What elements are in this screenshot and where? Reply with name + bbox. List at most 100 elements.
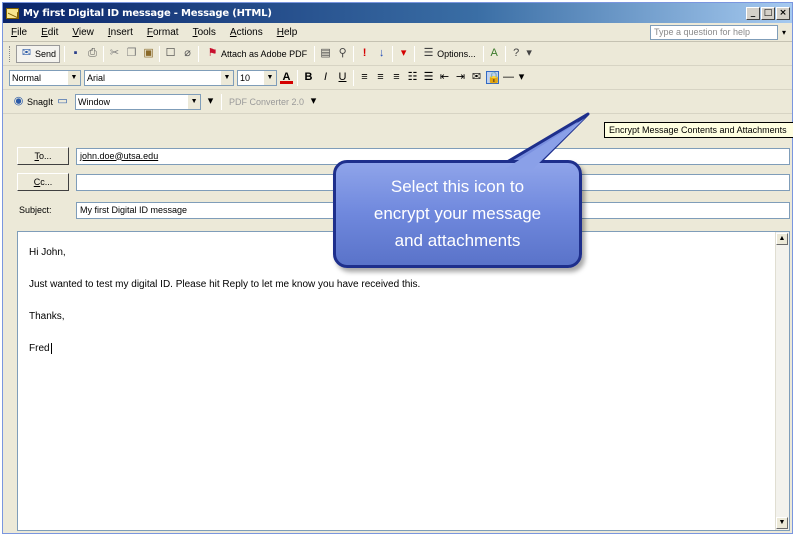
menu-insert[interactable]: Insert: [108, 27, 133, 38]
instruction-callout: Select this icon to encrypt your message…: [333, 160, 582, 268]
adobe-pdf-icon: ⚑: [207, 47, 218, 59]
window-title: My first Digital ID message - Message (H…: [23, 7, 272, 19]
callout-line: Select this icon to: [390, 177, 525, 196]
minimize-button[interactable]: _: [746, 6, 760, 20]
menu-actions[interactable]: Actions: [230, 27, 263, 38]
options-label: Options...: [437, 48, 476, 59]
encrypt-tooltip: Encrypt Message Contents and Attachments: [604, 122, 793, 138]
separator: [353, 45, 355, 62]
help-search-input[interactable]: Type a question for help: [650, 24, 778, 40]
body-line-main: Just wanted to test my digital ID. Pleas…: [29, 279, 421, 290]
high-importance-icon[interactable]: !: [358, 47, 371, 60]
style-dropdown[interactable]: Normal ▼: [9, 69, 81, 86]
separator: [314, 45, 316, 62]
font-size-dropdown[interactable]: 10 ▼: [237, 69, 277, 86]
options-icon: ☰: [423, 47, 434, 59]
font-size-value: 10: [240, 72, 251, 83]
message-body[interactable]: Hi John, Just wanted to test my digital …: [17, 231, 790, 531]
capture-mode-dropdown[interactable]: Window ▼: [75, 93, 202, 110]
font-color-icon[interactable]: A: [280, 71, 293, 84]
to-button[interactable]: To...: [17, 147, 69, 165]
chevron-down-icon: ▼: [264, 70, 276, 85]
style-value: Normal: [12, 72, 42, 83]
increase-indent-icon[interactable]: ⇥: [454, 71, 467, 84]
to-value: john.doe@utsa.edu: [80, 150, 159, 161]
menu-tools[interactable]: Tools: [193, 27, 216, 38]
menu-edit[interactable]: Edit: [41, 27, 58, 38]
chevron-down-icon: ▼: [188, 94, 201, 109]
vertical-scrollbar[interactable]: ▲ ▼: [775, 232, 789, 530]
formatting-toolbar: Normal ▼ Arial ▼ 10 ▼ A B I U ≡ ≡ ≡ ☷ ☰ …: [3, 66, 792, 90]
numbered-list-icon[interactable]: ☷: [406, 71, 419, 84]
title-bar[interactable]: My first Digital ID message - Message (H…: [3, 3, 792, 23]
separator: [64, 45, 66, 62]
snagit-capture-icon[interactable]: ▭: [56, 95, 69, 108]
signature-text: Fred: [29, 343, 50, 354]
toolbar-options-icon[interactable]: ▾: [204, 95, 217, 108]
separator: [103, 45, 105, 62]
cc-button[interactable]: Cc...: [17, 173, 69, 191]
snagit-toolbar: ◉ SnagIt ▭ Window ▼ ▾ PDF Converter 2.0 …: [3, 90, 792, 114]
standard-toolbar: ✉ Send ▪ ⎙ ✂ ❐ ▣ ☐ ⌀ ⚑ Attach as Adobe P…: [3, 42, 792, 66]
check-names-dropdown-icon[interactable]: ⚲: [336, 47, 349, 60]
cut-icon[interactable]: ✂: [108, 47, 121, 60]
attach-pdf-label: Attach as Adobe PDF: [221, 48, 308, 59]
bulleted-list-icon[interactable]: ☰: [422, 71, 435, 84]
italic-icon[interactable]: I: [319, 71, 332, 84]
menu-help[interactable]: Help: [277, 27, 298, 38]
copy-icon[interactable]: ❐: [125, 47, 138, 60]
font-dropdown[interactable]: Arial ▼: [84, 69, 234, 86]
separator: [221, 93, 223, 110]
pdf-converter-label: PDF Converter 2.0: [229, 96, 305, 107]
align-left-icon[interactable]: ≡: [358, 71, 371, 84]
address-book-icon[interactable]: ▤: [319, 47, 332, 60]
chevron-down-icon: ▼: [221, 70, 233, 85]
decrease-indent-icon[interactable]: ⇤: [438, 71, 451, 84]
separator: [504, 45, 506, 62]
envelope-icon: [6, 7, 19, 19]
snagit-label: SnagIt: [27, 96, 54, 107]
close-button[interactable]: ×: [776, 6, 790, 20]
separator: [414, 45, 416, 62]
menu-view[interactable]: View: [72, 27, 94, 38]
horizontal-line-icon[interactable]: —: [502, 71, 515, 84]
send-button[interactable]: ✉ Send: [16, 44, 61, 63]
bold-icon[interactable]: B: [302, 71, 315, 84]
attach-as-adobe-pdf-button[interactable]: ⚑ Attach as Adobe PDF: [203, 45, 310, 63]
pdf-converter-button[interactable]: PDF Converter 2.0: [226, 93, 307, 111]
align-right-icon[interactable]: ≡: [390, 71, 403, 84]
menu-format[interactable]: Format: [147, 27, 179, 38]
toolbar-options-icon[interactable]: ▾: [307, 95, 320, 108]
help-dropdown-icon[interactable]: ▾: [782, 28, 790, 37]
save-icon[interactable]: ▪: [69, 47, 82, 60]
scroll-down-icon[interactable]: ▼: [776, 517, 788, 529]
options-button[interactable]: ☰ Options...: [419, 45, 479, 63]
font-color-icon[interactable]: A: [488, 47, 501, 60]
toolbar-grip[interactable]: [9, 45, 12, 62]
callout-line: encrypt your message: [373, 204, 542, 223]
menu-file[interactable]: File: [11, 27, 27, 38]
digitally-sign-icon[interactable]: ✉: [470, 71, 483, 84]
attach-icon[interactable]: ⌀: [181, 47, 194, 60]
body-line-greeting: Hi John,: [29, 247, 66, 258]
paste-icon[interactable]: ▣: [142, 47, 155, 60]
snagit-button[interactable]: ◉ SnagIt: [9, 93, 56, 111]
scroll-up-icon[interactable]: ▲: [776, 233, 788, 245]
separator: [198, 45, 200, 62]
align-center-icon[interactable]: ≡: [374, 71, 387, 84]
toolbar-options-icon[interactable]: ▾: [523, 47, 536, 60]
encrypt-message-icon[interactable]: 🔒: [486, 71, 501, 84]
menu-bar: File Edit View Insert Format Tools Actio…: [3, 23, 792, 42]
maximize-button[interactable]: □: [761, 6, 775, 20]
window-controls: _ □ ×: [746, 6, 790, 20]
low-importance-icon[interactable]: ↓: [375, 47, 388, 60]
separator: [353, 69, 354, 86]
toolbar-options-icon[interactable]: ▾: [515, 71, 528, 84]
snagit-icon: ◉: [13, 95, 24, 107]
follow-up-flag-icon[interactable]: ▾: [397, 47, 410, 60]
chevron-down-icon: ▼: [68, 70, 80, 85]
print-icon[interactable]: ⎙: [86, 47, 99, 60]
underline-icon[interactable]: U: [336, 71, 349, 84]
check-names-icon[interactable]: ☐: [164, 47, 177, 60]
help-icon[interactable]: ?: [510, 47, 523, 60]
